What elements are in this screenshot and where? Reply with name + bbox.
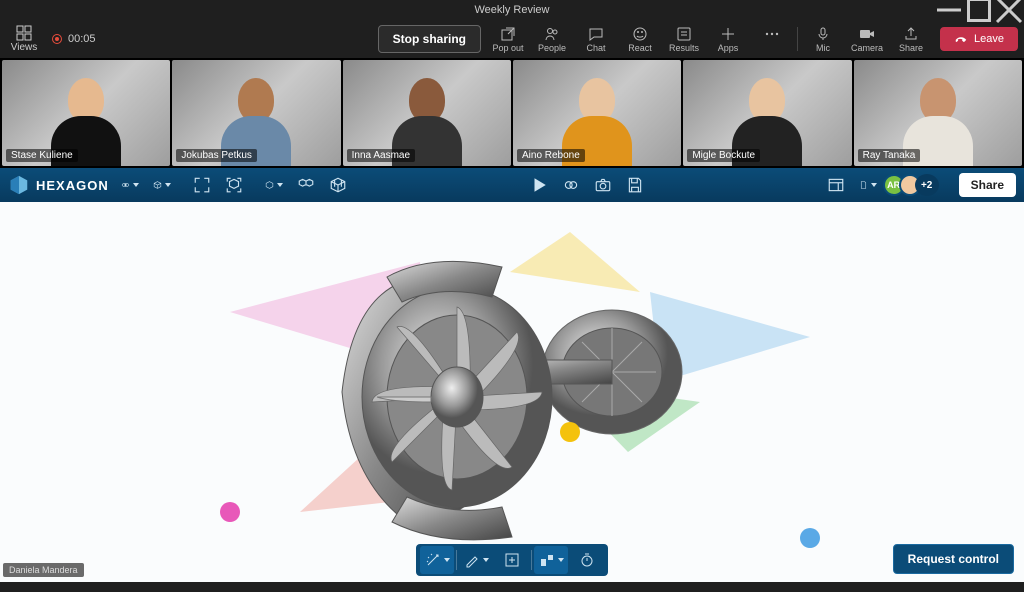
hexagon-logo[interactable]: HEXAGON: [8, 174, 109, 196]
chat-button[interactable]: Chat: [575, 24, 617, 55]
request-control-button[interactable]: Request control: [893, 544, 1014, 574]
video-tile[interactable]: Aino Rebone: [513, 60, 681, 166]
cubes-icon[interactable]: [297, 176, 315, 194]
popout-button[interactable]: Pop out: [487, 24, 529, 55]
video-tile[interactable]: Migle Bockute: [683, 60, 851, 166]
cube-grid-icon[interactable]: [329, 176, 347, 194]
views-label: Views: [11, 42, 38, 53]
meeting-toolbar: Views 00:05 Stop sharing Pop out People …: [0, 20, 1024, 58]
views-button[interactable]: Views: [6, 25, 42, 53]
annotation-node-blue[interactable]: [800, 528, 820, 548]
magic-tool-button[interactable]: [420, 546, 454, 574]
document-dropdown[interactable]: [859, 176, 877, 194]
leave-button[interactable]: Leave: [940, 27, 1018, 51]
save-icon[interactable]: [626, 176, 644, 194]
target-cube-icon[interactable]: [225, 176, 243, 194]
cube-dropdown[interactable]: [153, 176, 171, 194]
panel-icon[interactable]: [827, 176, 845, 194]
participant-name: Aino Rebone: [517, 149, 585, 162]
participant-name: Ray Tanaka: [858, 149, 921, 162]
fullscreen-icon[interactable]: [193, 176, 211, 194]
play-icon[interactable]: [530, 176, 548, 194]
window-titlebar: Weekly Review: [0, 0, 1024, 20]
add-note-button[interactable]: [495, 546, 529, 574]
meeting-timer: 00:05: [68, 33, 96, 45]
collaborator-avatars[interactable]: AR +2: [889, 174, 939, 196]
video-tile[interactable]: Stase Kuliene: [2, 60, 170, 166]
turbine-model: [292, 242, 732, 542]
participant-name: Migle Bockute: [687, 149, 760, 162]
apps-button[interactable]: Apps: [707, 24, 749, 55]
timer-button[interactable]: [570, 546, 604, 574]
annotation-toolbar: [416, 544, 608, 576]
results-button[interactable]: Results: [663, 24, 705, 55]
avatar-overflow: +2: [915, 174, 939, 196]
video-tile[interactable]: Inna Aasmae: [343, 60, 511, 166]
shapes-tool-button[interactable]: [534, 546, 568, 574]
video-tile[interactable]: Ray Tanaka: [854, 60, 1022, 166]
hangup-icon: [954, 32, 968, 46]
annotation-node-yellow[interactable]: [560, 422, 580, 442]
mic-button[interactable]: Mic: [802, 24, 844, 55]
hexagon-share-button[interactable]: Share: [959, 173, 1016, 197]
record-icon: [52, 34, 62, 44]
participant-name: Jokubas Petkus: [176, 149, 257, 162]
window-title: Weekly Review: [475, 4, 550, 16]
presenter-label: Daniela Mandera: [3, 563, 84, 577]
stop-sharing-button[interactable]: Stop sharing: [378, 25, 481, 53]
participant-video-row: Stase Kuliene Jokubas Petkus Inna Aasmae…: [0, 58, 1024, 168]
participant-name: Inna Aasmae: [347, 149, 415, 162]
link-icon[interactable]: [562, 176, 580, 194]
shared-canvas[interactable]: Daniela Mandera Request control: [0, 202, 1024, 582]
cube-tool-dropdown[interactable]: [265, 176, 283, 194]
people-button[interactable]: People: [531, 24, 573, 55]
hexagon-icon: [8, 174, 30, 196]
pen-tool-button[interactable]: [459, 546, 493, 574]
react-button[interactable]: React: [619, 24, 661, 55]
camera-icon[interactable]: [594, 176, 612, 194]
leave-label: Leave: [974, 33, 1004, 45]
recording-indicator: 00:05: [52, 33, 96, 45]
camera-button[interactable]: Camera: [846, 24, 888, 55]
annotation-node-pink[interactable]: [220, 502, 240, 522]
window-close-button[interactable]: [994, 0, 1024, 20]
toolbar-divider: [797, 27, 798, 51]
more-button[interactable]: [751, 24, 793, 55]
share-button[interactable]: Share: [890, 24, 932, 55]
hexagon-toolbar: HEXAGON AR +2 Share: [0, 168, 1024, 202]
participant-name: Stase Kuliene: [6, 149, 78, 162]
orbit-dropdown[interactable]: [121, 176, 139, 194]
window-minimize-button[interactable]: [934, 0, 964, 20]
video-tile[interactable]: Jokubas Petkus: [172, 60, 340, 166]
window-maximize-button[interactable]: [964, 0, 994, 20]
